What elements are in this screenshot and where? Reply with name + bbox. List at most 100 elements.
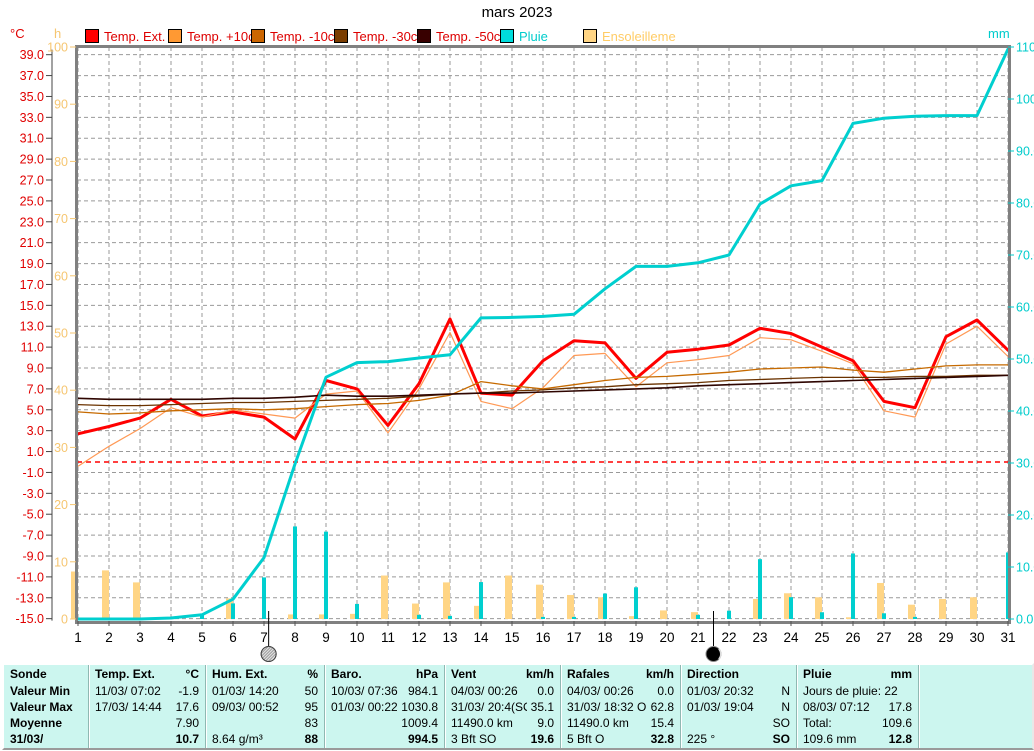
weather-chart: 39.037.035.033.031.029.027.025.023.021.0… [16,41,1034,662]
day-axis: 1 2 3 4 5 6 7 8 9 10 11 12 13 14 15 16 17 18 19 20 21 22 23 24 2… [74,621,1016,645]
stats-cell-value: -1.9 [178,684,199,698]
stats-table: Sonde Valeur Min Valeur Max Moyenne 31/03/Te… [2,663,1034,750]
svg-text:15.0: 15.0 [20,299,44,313]
stats-cell-label: 11490.0 km [451,716,513,730]
svg-text:70: 70 [54,212,68,226]
svg-text:21.0: 21.0 [20,236,44,250]
svg-text:30: 30 [54,441,68,455]
svg-text:40: 40 [54,384,68,398]
stats-cell-value: 19.6 [530,732,554,746]
stats-cell-value: 32.8 [650,732,674,746]
stats-cell-label: 04/03/ 00:26 [451,684,518,698]
stats-cell-value [908,683,912,699]
stats-cell-label: 3 Bft SO [451,732,497,746]
svg-text:25: 25 [814,630,829,645]
stats-col-header: Baro. hPa [331,666,438,683]
stats-cell-label: 11/03/ 07:02 [95,684,161,698]
svg-text:60: 60 [54,269,68,283]
svg-text:-7.0: -7.0 [22,529,44,543]
stats-row: Total: 109.6 [803,715,912,731]
temp-axis: 39.0 37.0 35.0 33.0 31.0 29.0 27.0 25.0 23.0 21.0… [16,48,53,626]
stats-cell-value [1022,683,1026,699]
svg-text:17: 17 [566,630,581,645]
stats-cell-value [78,699,82,715]
col-unit: °C [185,667,199,681]
rain-axis: 0.0 10.0 20.0 30.0 40.0 50.0 60.0 70.0 80.0 90.0 1… [1008,41,1034,627]
stats-cell-label: 109.6 mm [803,732,857,746]
stats-col-sonde: Sonde Valeur Min Valeur Max Moyenne 31/03/ [4,665,88,748]
stats-col-header [925,666,1026,683]
svg-text:7: 7 [260,630,268,645]
svg-text:7.0: 7.0 [27,382,44,396]
svg-text:-1.0: -1.0 [22,466,44,480]
col-title: Rafales [567,667,610,681]
stats-col-vent: Vent km/h 04/03/ 00:26 0.0 31/03/ 20:4(SO 35.… [444,665,560,748]
stats-col-temp-ext-: Temp. Ext. °C 11/03/ 07:02 -1.9 17/03/ 14:44… [88,665,205,748]
full-moon-icon [260,611,277,662]
svg-text:-3.0: -3.0 [22,487,44,501]
col-unit: % [307,667,318,681]
col-title: Baro. [331,667,362,681]
svg-text:10.0: 10.0 [1016,561,1034,575]
svg-text:80: 80 [54,155,68,169]
col-title: Direction [687,667,740,681]
stats-col-header: Sonde [10,666,82,683]
stats-cell-label: 01/03/ 20:32 [687,684,754,698]
stats-row: 09/03/ 00:52 95 [212,699,318,715]
svg-text:3.0: 3.0 [27,424,44,438]
stats-cell-value [1022,715,1026,731]
svg-text:50: 50 [54,327,68,341]
stats-row: 01/03/ 19:04 N [687,699,790,715]
stats-cell-value: 12.8 [888,732,912,746]
stats-cell-value: 994.5 [407,732,438,746]
stats-cell-value: 88 [304,732,318,746]
stats-row: Valeur Min [10,683,82,699]
stats-row: 11490.0 km 9.0 [451,715,554,731]
svg-text:9.0: 9.0 [27,362,44,376]
svg-text:31: 31 [1000,630,1015,645]
stats-row [925,715,1026,731]
svg-text:90.0: 90.0 [1016,145,1034,159]
stats-cell-value: 50 [304,684,318,698]
stats-row: 10.7 [95,731,199,747]
stats-row: 7.90 [95,715,199,731]
stats-cell-label: 10/03/ 07:36 [331,684,398,698]
stats-cell-value: 95 [304,700,318,714]
svg-text:100.0: 100.0 [1016,93,1034,107]
svg-text:17.0: 17.0 [20,278,44,292]
svg-text:30.0: 30.0 [1016,457,1034,471]
stats-row: Valeur Max [10,699,82,715]
svg-text:23.0: 23.0 [20,215,44,229]
stats-col-empty [918,665,1032,748]
stats-cell-value: 109.6 [881,716,912,730]
stats-col-header: Temp. Ext. °C [95,666,199,683]
stats-cell-value: 1009.4 [401,716,438,730]
stats-row: 3 Bft SO 19.6 [451,731,554,747]
svg-text:24: 24 [783,630,799,645]
stats-row: 01/03/ 20:32 N [687,683,790,699]
svg-text:11: 11 [381,630,395,645]
stats-cell-label: Valeur Max [10,700,73,714]
svg-text:21: 21 [690,630,705,645]
svg-text:70.0: 70.0 [1016,249,1034,263]
stats-row [925,731,1026,747]
svg-text:0.0: 0.0 [1016,613,1033,627]
svg-text:20: 20 [659,630,674,645]
col-unit: mm [890,667,912,681]
stats-cell-value [1022,731,1026,747]
svg-text:100: 100 [47,41,68,55]
stats-col-rafales: Rafales km/h 04/03/ 00:26 0.0 31/03/ 18:32 O… [560,665,680,748]
gridlines [77,47,1009,620]
col-unit: km/h [525,667,554,681]
stats-row: 04/03/ 00:26 0.0 [451,683,554,699]
svg-text:2: 2 [105,630,113,645]
svg-text:90: 90 [54,98,68,112]
stats-cell-value: 83 [304,716,318,730]
svg-text:6: 6 [229,630,237,645]
stats-cell-value: 17.8 [888,700,912,714]
stats-cell-value: SO [772,732,790,746]
svg-text:9: 9 [322,630,330,645]
col-unit [786,666,790,683]
stats-cell-label: 31/03/ 20:4(SO [451,700,527,714]
svg-text:11.0: 11.0 [21,341,44,355]
